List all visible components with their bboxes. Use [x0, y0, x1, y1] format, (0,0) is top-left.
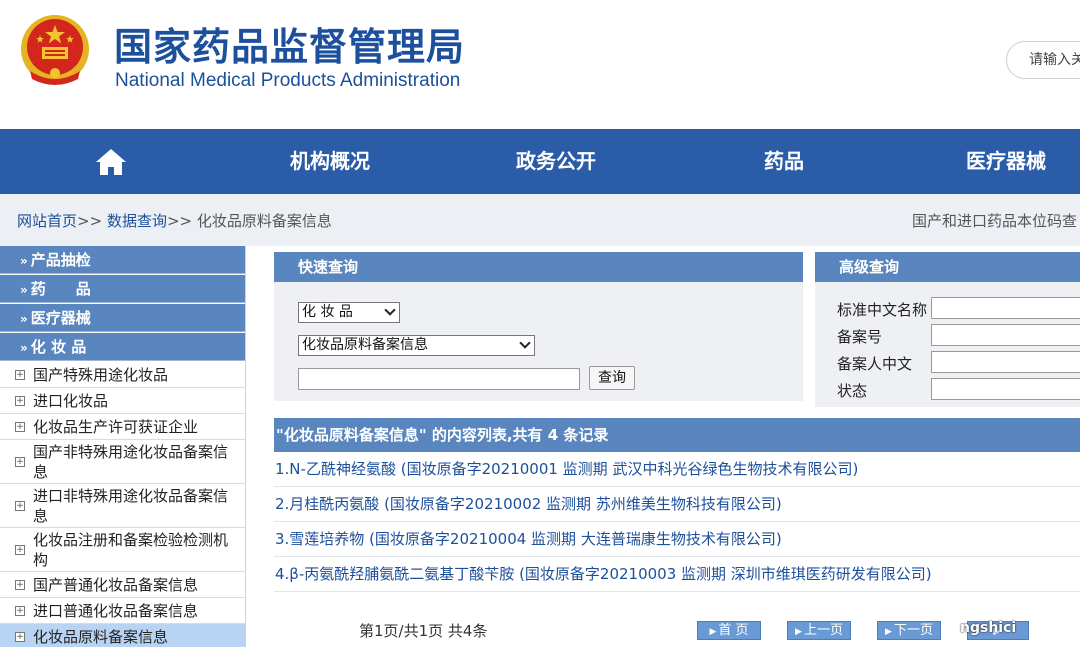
sidebar-item-label: 进口化妆品	[33, 392, 109, 410]
first-page-button[interactable]: ▶ 首 页	[697, 621, 761, 640]
breadcrumb: 网站首页>> 数据查询>> 化妆品原料备案信息	[17, 210, 332, 231]
next-page-button[interactable]: ▶ 下一页	[877, 621, 941, 640]
first-page-label: 首 页	[718, 623, 749, 638]
site-search-input[interactable]	[1007, 42, 1080, 78]
sidebar-category-sampling[interactable]: » 产品抽检	[0, 246, 245, 274]
list-item[interactable]: 1.N-乙酰神经氨酸 (国妆原备字20210001 监测期 武汉中科光谷绿色生物…	[274, 452, 1080, 487]
site-title-cn: 国家药品监督管理局	[114, 25, 466, 69]
site-title-en: National Medical Products Administration	[115, 70, 461, 91]
expand-plus-icon: +	[15, 396, 25, 406]
nav-item-gov-affairs[interactable]: 政务公开	[516, 129, 596, 194]
double-chevron-icon: »	[20, 254, 28, 268]
page-info: 第1页/共1页 共4条	[359, 622, 488, 640]
standard-name-input[interactable]	[931, 297, 1080, 319]
home-icon[interactable]	[95, 147, 127, 177]
results-header: "化妆品原料备案信息" 的内容列表,共有 4 条记录	[274, 418, 1080, 452]
sidebar-item[interactable]: + 化妆品注册和备案检验检测机构	[0, 528, 245, 572]
sidebar-item-label: 进口普通化妆品备案信息	[33, 602, 199, 620]
expand-plus-icon: +	[15, 545, 25, 555]
main-nav: 机构概况 政务公开 药品 医疗器械	[0, 129, 1080, 194]
sidebar-item-label: 国产普通化妆品备案信息	[33, 576, 199, 594]
expand-plus-icon: +	[15, 422, 25, 432]
subcategory-select[interactable]: 化妆品原料备案信息	[298, 335, 535, 356]
site-search	[1006, 41, 1080, 79]
breadcrumb-separator: >>	[166, 212, 193, 230]
keyword-input[interactable]	[298, 368, 580, 390]
category-select-value: 化 妆 品	[302, 304, 353, 320]
sidebar-item-label: 化妆品生产许可获证企业	[33, 418, 199, 436]
national-emblem-icon	[21, 15, 89, 85]
sidebar-category-cosmetics[interactable]: » 化 妆 品	[0, 333, 245, 361]
query-button[interactable]: 查询	[589, 366, 635, 390]
list-item[interactable]: 3.雪莲培养物 (国妆原备字20210004 监测期 大连普瑞康生物技术有限公司…	[274, 522, 1080, 557]
sidebar-category-devices[interactable]: » 医疗器械	[0, 304, 245, 332]
expand-plus-icon: +	[15, 580, 25, 590]
field-label-filer-name: 备案人中文	[837, 355, 913, 373]
arrow-right-icon: ▶	[795, 627, 802, 637]
sidebar-item-label: 国产非特殊用途化妆品备案信息	[33, 443, 229, 481]
breadcrumb-bar: 网站首页>> 数据查询>> 化妆品原料备案信息 国产和进口药品本位码查	[0, 194, 1080, 246]
expand-plus-icon: +	[15, 457, 25, 467]
quick-query-panel: 快速查询 化 妆 品 化妆品原料备案信息 查询	[274, 252, 803, 401]
left-sidebar: » 产品抽检 » 药 品 » 医疗器械 » 化 妆 品 + 国产特殊用途化妆品 + 进口化妆…	[0, 246, 246, 647]
breadcrumb-home-link[interactable]: 网站首页	[17, 212, 77, 230]
sidebar-item[interactable]: + 国产非特殊用途化妆品备案信息	[0, 440, 245, 484]
filing-number-input[interactable]	[931, 324, 1080, 346]
sidebar-item[interactable]: + 国产普通化妆品备案信息	[0, 572, 245, 598]
site-header: 国家药品监督管理局 National Medical Products Admi…	[0, 0, 1080, 129]
sidebar-category-label: 化 妆 品	[30, 338, 87, 356]
expand-plus-icon: +	[15, 606, 25, 616]
sidebar-item[interactable]: + 进口非特殊用途化妆品备案信息	[0, 484, 245, 528]
sidebar-item-label: 化妆品原料备案信息	[33, 628, 169, 646]
double-chevron-icon: »	[20, 312, 28, 326]
subcategory-select-value: 化妆品原料备案信息	[302, 337, 428, 353]
arrow-right-icon: ▶	[709, 627, 717, 637]
expand-plus-icon: +	[15, 501, 25, 511]
expand-plus-icon: +	[15, 370, 25, 380]
next-page-label: 下一页	[893, 623, 933, 638]
category-select[interactable]: 化 妆 品	[298, 302, 400, 323]
list-item[interactable]: 4.β-丙氨酰羟脯氨酰二氨基丁酸苄胺 (国妆原备字20210003 监测期 深圳…	[274, 557, 1080, 592]
breadcrumb-current: 化妆品原料备案信息	[196, 212, 332, 230]
sidebar-category-label: 药 品	[30, 280, 91, 298]
quick-query-title: 快速查询	[274, 252, 803, 282]
prev-page-button[interactable]: ▶ 上一页	[787, 621, 851, 640]
advanced-query-title: 高级查询	[815, 252, 1080, 282]
expand-plus-icon: +	[15, 632, 25, 642]
status-input[interactable]	[931, 378, 1080, 400]
sidebar-item[interactable]: + 国产特殊用途化妆品	[0, 362, 245, 388]
field-label-standard-name: 标准中文名称	[837, 301, 928, 319]
sidebar-item-label: 国产特殊用途化妆品	[33, 366, 169, 384]
nav-item-drugs[interactable]: 药品	[764, 129, 804, 194]
sidebar-item[interactable]: + 进口化妆品	[0, 388, 245, 414]
results-list: "化妆品原料备案信息" 的内容列表,共有 4 条记录 1.N-乙酰神经氨酸 (国…	[274, 418, 1080, 647]
filer-name-input[interactable]	[931, 351, 1080, 373]
arrow-right-icon: ▶	[885, 627, 892, 637]
watermark: ngshici	[960, 620, 1017, 636]
nav-item-about[interactable]: 机构概况	[290, 129, 370, 194]
prev-page-label: 上一页	[803, 623, 843, 638]
nav-item-devices[interactable]: 医疗器械	[966, 129, 1046, 194]
scrolling-notice[interactable]: 国产和进口药品本位码查	[912, 210, 1077, 231]
sidebar-category-label: 医疗器械	[30, 309, 91, 327]
sidebar-category-label: 产品抽检	[30, 251, 91, 269]
field-label-status: 状态	[837, 382, 868, 400]
double-chevron-icon: »	[20, 283, 28, 297]
double-chevron-icon: »	[20, 341, 28, 355]
field-label-filing-number: 备案号	[837, 328, 883, 346]
list-item[interactable]: 2.月桂酰丙氨酸 (国妆原备字20210002 监测期 苏州维美生物科技有限公司…	[274, 487, 1080, 522]
chevron-down-icon	[384, 304, 396, 316]
sidebar-item[interactable]: + 进口普通化妆品备案信息	[0, 598, 245, 624]
sidebar-item[interactable]: + 化妆品生产许可获证企业	[0, 414, 245, 440]
sidebar-item-label: 进口非特殊用途化妆品备案信息	[33, 487, 229, 525]
breadcrumb-data-query-link[interactable]: 数据查询	[107, 212, 167, 230]
sidebar-item-active[interactable]: + 化妆品原料备案信息	[0, 624, 245, 647]
advanced-query-panel: 高级查询 标准中文名称 备案号 备案人中文 状态	[815, 252, 1080, 407]
breadcrumb-separator: >>	[77, 212, 103, 230]
sidebar-category-drugs[interactable]: » 药 品	[0, 275, 245, 303]
chevron-down-icon	[519, 337, 531, 349]
sidebar-item-label: 化妆品注册和备案检验检测机构	[33, 531, 229, 569]
